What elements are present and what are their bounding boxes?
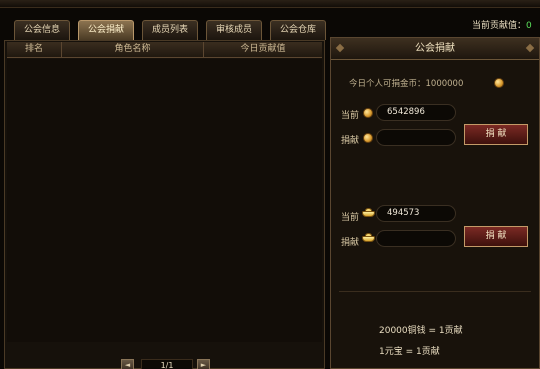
gold-coin-icon [494,78,504,88]
page-indicator: 1/1 [141,359,193,369]
daily-limit-text: 今日个人可捐金币：1000000 [349,79,464,89]
tab-guild-donate[interactable]: 公会捐献 [78,20,134,40]
list-header: 排名 角色名称 今日贡献值 [7,42,322,58]
gold-coin-icon [363,108,373,118]
current-contribution-value: 0 [526,21,532,31]
tab-review-members[interactable]: 审核成员 [206,20,262,40]
window-top-frame [0,0,540,8]
ingot-donate-input[interactable] [376,230,456,247]
member-list-body[interactable] [7,59,322,342]
divider [339,291,531,292]
tab-guild-info[interactable]: 公会信息 [14,20,70,40]
tab-guild-warehouse[interactable]: 公会仓库 [270,20,326,40]
ingot-rate-text: 1元宝 = 1贡献 [379,347,440,357]
coin-donate-input-field[interactable] [387,132,455,142]
copper-rate-text: 20000铜钱 = 1贡献 [379,326,463,336]
gold-ingot-icon [362,233,375,242]
ingot-current-value: 494573 [376,205,456,222]
coin-donate-label: 捐献 [341,136,360,146]
coin-current-value: 6542896 [376,104,456,121]
column-role-name[interactable]: 角色名称 [62,42,204,58]
coin-current-label: 当前 [341,111,360,121]
ingot-donate-label: 捐献 [341,238,360,248]
prev-page-button[interactable]: ◄ [121,359,134,369]
ingot-current-label: 当前 [341,213,360,223]
donate-panel-title-text: 公会捐献 [415,43,455,54]
tab-member-list[interactable]: 成员列表 [142,20,198,40]
contribution-ranking-panel: 排名 角色名称 今日贡献值 ◄ 1/1 ► [4,40,325,369]
ingot-donate-input-field[interactable] [387,233,455,243]
current-contribution: 当前贡献值：0 [472,18,532,31]
title-ornament-right [525,43,535,53]
next-page-button[interactable]: ► [197,359,210,369]
coin-donate-input[interactable] [376,129,456,146]
column-today-contribution[interactable]: 今日贡献值 [204,42,322,58]
title-ornament-left [335,43,345,53]
donate-panel-title: 公会捐献 [331,38,539,60]
donate-coin-button[interactable]: 捐 献 [464,124,528,145]
column-rank[interactable]: 排名 [7,42,62,58]
current-contribution-label: 当前贡献值： [472,21,527,31]
donate-ingot-button[interactable]: 捐 献 [464,226,528,247]
gold-ingot-icon [362,208,375,217]
gold-coin-icon [363,133,373,143]
guild-donate-panel: 公会捐献 今日个人可捐金币：1000000 当前 6542896 捐献 捐 献 … [330,37,540,369]
pagination: ◄ 1/1 ► [121,359,213,369]
